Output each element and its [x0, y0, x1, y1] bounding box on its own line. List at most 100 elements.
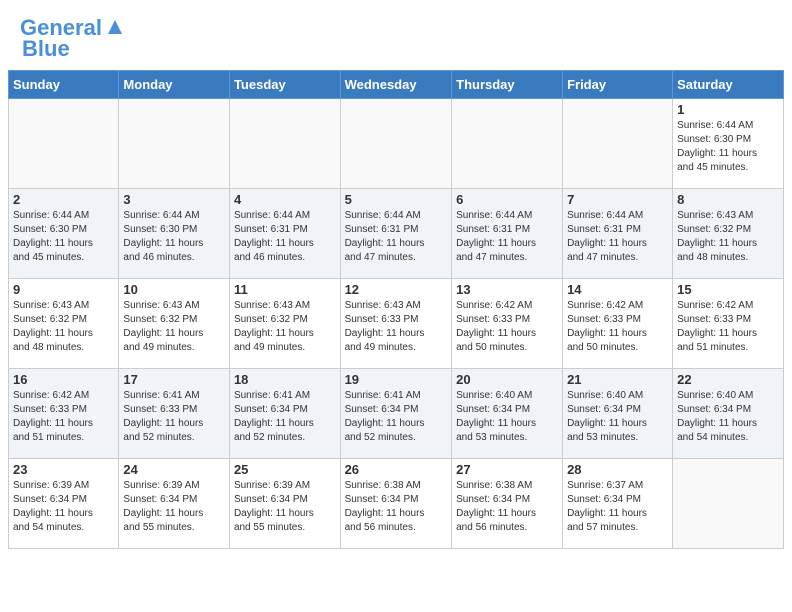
day-info: Sunrise: 6:43 AM Sunset: 6:33 PM Dayligh… [345, 299, 448, 355]
day-info: Sunrise: 6:39 AM Sunset: 6:34 PM Dayligh… [123, 479, 225, 535]
day-number: 23 [13, 462, 114, 477]
calendar-cell: 15 Sunrise: 6:42 AM Sunset: 6:33 PM Dayli… [673, 279, 784, 369]
day-number: 3 [123, 192, 225, 207]
calendar-table: SundayMondayTuesdayWednesdayThursdayFrid… [8, 70, 784, 549]
day-number: 10 [123, 282, 225, 297]
calendar-cell: 18 Sunrise: 6:41 AM Sunset: 6:34 PM Dayli… [229, 369, 340, 459]
day-number: 2 [13, 192, 114, 207]
calendar-cell [563, 99, 673, 189]
day-info: Sunrise: 6:38 AM Sunset: 6:34 PM Dayligh… [456, 479, 558, 535]
day-info: Sunrise: 6:43 AM Sunset: 6:32 PM Dayligh… [13, 299, 114, 355]
weekday-header-monday: Monday [119, 71, 230, 99]
day-number: 14 [567, 282, 668, 297]
day-number: 17 [123, 372, 225, 387]
day-number: 8 [677, 192, 779, 207]
day-number: 11 [234, 282, 336, 297]
day-number: 19 [345, 372, 448, 387]
day-info: Sunrise: 6:42 AM Sunset: 6:33 PM Dayligh… [456, 299, 558, 355]
day-info: Sunrise: 6:44 AM Sunset: 6:31 PM Dayligh… [567, 209, 668, 265]
calendar-cell [119, 99, 230, 189]
day-info: Sunrise: 6:38 AM Sunset: 6:34 PM Dayligh… [345, 479, 448, 535]
day-number: 15 [677, 282, 779, 297]
day-info: Sunrise: 6:40 AM Sunset: 6:34 PM Dayligh… [456, 389, 558, 445]
calendar-header: SundayMondayTuesdayWednesdayThursdayFrid… [9, 71, 784, 99]
day-number: 25 [234, 462, 336, 477]
calendar-cell: 26 Sunrise: 6:38 AM Sunset: 6:34 PM Dayli… [340, 459, 452, 549]
day-info: Sunrise: 6:41 AM Sunset: 6:34 PM Dayligh… [234, 389, 336, 445]
day-info: Sunrise: 6:43 AM Sunset: 6:32 PM Dayligh… [677, 209, 779, 265]
calendar-cell: 23 Sunrise: 6:39 AM Sunset: 6:34 PM Dayli… [9, 459, 119, 549]
day-number: 6 [456, 192, 558, 207]
calendar-cell: 28 Sunrise: 6:37 AM Sunset: 6:34 PM Dayli… [563, 459, 673, 549]
day-info: Sunrise: 6:44 AM Sunset: 6:31 PM Dayligh… [234, 209, 336, 265]
calendar-cell: 3 Sunrise: 6:44 AM Sunset: 6:30 PM Daylig… [119, 189, 230, 279]
calendar-cell [452, 99, 563, 189]
logo-icon [104, 16, 126, 38]
calendar-cell: 21 Sunrise: 6:40 AM Sunset: 6:34 PM Dayli… [563, 369, 673, 459]
calendar-cell: 11 Sunrise: 6:43 AM Sunset: 6:32 PM Dayli… [229, 279, 340, 369]
day-number: 21 [567, 372, 668, 387]
calendar-cell: 2 Sunrise: 6:44 AM Sunset: 6:30 PM Daylig… [9, 189, 119, 279]
calendar-cell: 13 Sunrise: 6:42 AM Sunset: 6:33 PM Dayli… [452, 279, 563, 369]
day-number: 24 [123, 462, 225, 477]
calendar-cell: 7 Sunrise: 6:44 AM Sunset: 6:31 PM Daylig… [563, 189, 673, 279]
calendar-cell: 12Sunrise: 6:43 AM Sunset: 6:33 PM Dayli… [340, 279, 452, 369]
calendar-cell: 22 Sunrise: 6:40 AM Sunset: 6:34 PM Dayli… [673, 369, 784, 459]
day-info: Sunrise: 6:43 AM Sunset: 6:32 PM Dayligh… [123, 299, 225, 355]
calendar-cell: 20 Sunrise: 6:40 AM Sunset: 6:34 PM Dayli… [452, 369, 563, 459]
day-number: 28 [567, 462, 668, 477]
day-info: Sunrise: 6:42 AM Sunset: 6:33 PM Dayligh… [567, 299, 668, 355]
calendar-cell: 4 Sunrise: 6:44 AM Sunset: 6:31 PM Daylig… [229, 189, 340, 279]
calendar-cell [229, 99, 340, 189]
day-number: 13 [456, 282, 558, 297]
day-info: Sunrise: 6:43 AM Sunset: 6:32 PM Dayligh… [234, 299, 336, 355]
logo: General Blue [20, 16, 126, 62]
day-number: 18 [234, 372, 336, 387]
day-info: Sunrise: 6:40 AM Sunset: 6:34 PM Dayligh… [567, 389, 668, 445]
day-info: Sunrise: 6:44 AM Sunset: 6:31 PM Dayligh… [345, 209, 448, 265]
day-info: Sunrise: 6:44 AM Sunset: 6:31 PM Dayligh… [456, 209, 558, 265]
calendar-cell: 17 Sunrise: 6:41 AM Sunset: 6:33 PM Dayli… [119, 369, 230, 459]
page-header: General Blue [0, 0, 792, 70]
day-number: 22 [677, 372, 779, 387]
calendar-cell: 6 Sunrise: 6:44 AM Sunset: 6:31 PM Daylig… [452, 189, 563, 279]
calendar-cell [673, 459, 784, 549]
calendar-cell: 10 Sunrise: 6:43 AM Sunset: 6:32 PM Dayli… [119, 279, 230, 369]
day-info: Sunrise: 6:39 AM Sunset: 6:34 PM Dayligh… [234, 479, 336, 535]
day-info: Sunrise: 6:40 AM Sunset: 6:34 PM Dayligh… [677, 389, 779, 445]
day-number: 1 [677, 102, 779, 117]
calendar-cell: 5Sunrise: 6:44 AM Sunset: 6:31 PM Daylig… [340, 189, 452, 279]
calendar-cell: 1 Sunrise: 6:44 AM Sunset: 6:30 PM Daylig… [673, 99, 784, 189]
calendar-cell: 8 Sunrise: 6:43 AM Sunset: 6:32 PM Daylig… [673, 189, 784, 279]
weekday-header-tuesday: Tuesday [229, 71, 340, 99]
day-info: Sunrise: 6:37 AM Sunset: 6:34 PM Dayligh… [567, 479, 668, 535]
calendar-cell: 16 Sunrise: 6:42 AM Sunset: 6:33 PM Dayli… [9, 369, 119, 459]
weekday-header-saturday: Saturday [673, 71, 784, 99]
day-number: 26 [345, 462, 448, 477]
calendar-cell: 25 Sunrise: 6:39 AM Sunset: 6:34 PM Dayli… [229, 459, 340, 549]
calendar-cell: 24 Sunrise: 6:39 AM Sunset: 6:34 PM Dayli… [119, 459, 230, 549]
day-info: Sunrise: 6:44 AM Sunset: 6:30 PM Dayligh… [13, 209, 114, 265]
day-info: Sunrise: 6:41 AM Sunset: 6:34 PM Dayligh… [345, 389, 448, 445]
calendar-cell: 19 Sunrise: 6:41 AM Sunset: 6:34 PM Dayli… [340, 369, 452, 459]
day-info: Sunrise: 6:44 AM Sunset: 6:30 PM Dayligh… [677, 119, 779, 175]
calendar-cell: 27 Sunrise: 6:38 AM Sunset: 6:34 PM Dayli… [452, 459, 563, 549]
day-info: Sunrise: 6:41 AM Sunset: 6:33 PM Dayligh… [123, 389, 225, 445]
weekday-header-wednesday: Wednesday [340, 71, 452, 99]
day-info: Sunrise: 6:44 AM Sunset: 6:30 PM Dayligh… [123, 209, 225, 265]
day-number: 7 [567, 192, 668, 207]
day-number: 20 [456, 372, 558, 387]
day-info: Sunrise: 6:42 AM Sunset: 6:33 PM Dayligh… [13, 389, 114, 445]
calendar-cell [9, 99, 119, 189]
page-wrapper: General Blue SundayMondayTuesdayWednesda… [0, 0, 792, 557]
calendar-cell: 9 Sunrise: 6:43 AM Sunset: 6:32 PM Daylig… [9, 279, 119, 369]
day-number: 16 [13, 372, 114, 387]
day-number: 4 [234, 192, 336, 207]
calendar-cell: 14 Sunrise: 6:42 AM Sunset: 6:33 PM Dayli… [563, 279, 673, 369]
weekday-header-thursday: Thursday [452, 71, 563, 99]
day-number: 9 [13, 282, 114, 297]
weekday-header-sunday: Sunday [9, 71, 119, 99]
day-info: Sunrise: 6:39 AM Sunset: 6:34 PM Dayligh… [13, 479, 114, 535]
day-info: Sunrise: 6:42 AM Sunset: 6:33 PM Dayligh… [677, 299, 779, 355]
day-number: 27 [456, 462, 558, 477]
